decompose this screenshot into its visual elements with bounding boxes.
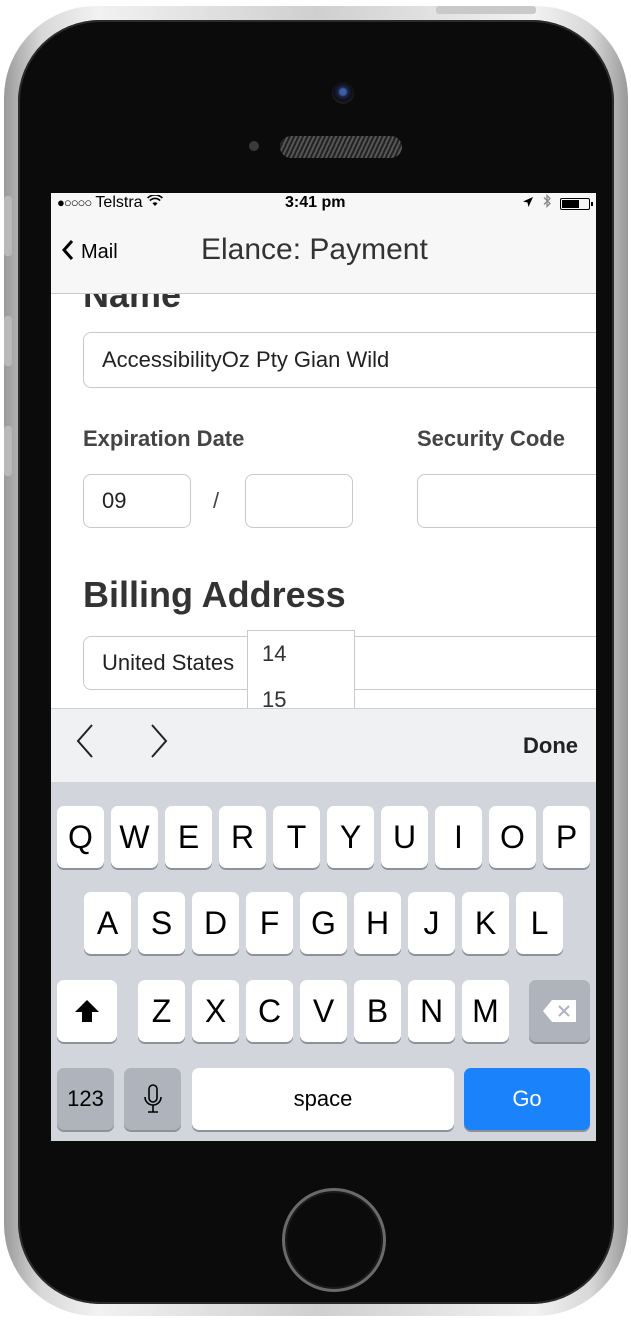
mute-switch [4, 196, 12, 256]
done-button[interactable]: Done [523, 733, 578, 759]
name-field-value: AccessibilityOz Pty Gian Wild [102, 347, 390, 372]
bluetooth-icon [542, 193, 552, 213]
key-k[interactable]: K [462, 892, 509, 954]
key-p[interactable]: P [543, 806, 590, 868]
security-code-label: Security Code [417, 426, 565, 451]
proximity-sensor [249, 141, 259, 151]
key-f[interactable]: F [246, 892, 293, 954]
expiration-month-select[interactable]: 09 [83, 474, 191, 528]
date-separator: / [213, 488, 220, 513]
key-v[interactable]: V [300, 980, 347, 1042]
name-heading: Name [83, 294, 182, 315]
sleep-button [436, 6, 536, 14]
carrier-name: Telstra [95, 194, 143, 211]
key-l[interactable]: L [516, 892, 563, 954]
signal-strength-icon: ●○○○○ [57, 195, 92, 210]
security-code-field[interactable] [417, 474, 596, 528]
key-i[interactable]: I [435, 806, 482, 868]
key-y[interactable]: Y [327, 806, 374, 868]
delete-key[interactable] [529, 980, 590, 1042]
key-u[interactable]: U [381, 806, 428, 868]
year-dropdown-list: 14 15 16 17 [247, 630, 355, 708]
expiration-month-value: 09 [102, 488, 127, 513]
next-field-button[interactable] [149, 723, 169, 767]
name-field[interactable]: AccessibilityOz Pty Gian Wild [83, 332, 596, 388]
key-n[interactable]: N [408, 980, 455, 1042]
keyboard-accessory-bar: Done [51, 708, 596, 783]
clock: 3:41 pm [285, 194, 346, 211]
previous-field-button[interactable] [75, 723, 95, 767]
chevron-left-icon [76, 724, 93, 758]
shift-key[interactable] [57, 980, 117, 1042]
key-b[interactable]: B [354, 980, 401, 1042]
dictation-key[interactable] [124, 1068, 181, 1130]
key-o[interactable]: O [489, 806, 536, 868]
key-d[interactable]: D [192, 892, 239, 954]
screen: ●○○○○ Telstra 3:41 pm Mail Elance: Payme… [51, 193, 596, 1141]
microphone-icon [143, 1084, 162, 1113]
key-m[interactable]: M [462, 980, 509, 1042]
year-option[interactable]: 15 [248, 677, 354, 708]
key-q[interactable]: Q [57, 806, 104, 868]
key-w[interactable]: W [111, 806, 158, 868]
key-j[interactable]: J [408, 892, 455, 954]
volume-up-button [4, 316, 12, 366]
key-r[interactable]: R [219, 806, 266, 868]
key-h[interactable]: H [354, 892, 401, 954]
navigation-bar: Mail Elance: Payment [51, 215, 596, 294]
front-camera [332, 82, 354, 104]
country-value: United States [102, 650, 235, 675]
location-arrow-icon [522, 195, 534, 213]
billing-address-heading: Billing Address [83, 574, 346, 615]
carrier-info: ●○○○○ Telstra [57, 194, 163, 212]
home-button[interactable] [282, 1188, 386, 1292]
key-e[interactable]: E [165, 806, 212, 868]
volume-down-button [4, 426, 12, 476]
year-option[interactable]: 14 [248, 631, 354, 677]
expiration-date-label: Expiration Date [83, 426, 245, 451]
key-x[interactable]: X [192, 980, 239, 1042]
wifi-icon [147, 194, 163, 211]
key-a[interactable]: A [84, 892, 131, 954]
shift-arrow-icon [75, 1000, 99, 1022]
chevron-right-icon [151, 724, 168, 758]
battery-icon [560, 197, 593, 210]
backspace-icon [542, 1000, 576, 1022]
back-label: Mail [81, 240, 118, 263]
key-s[interactable]: S [138, 892, 185, 954]
key-z[interactable]: Z [138, 980, 185, 1042]
keyboard: Q W E R T Y U I O P A S D F G H J K L Z … [51, 782, 596, 1141]
numbers-key[interactable]: 123 [57, 1068, 114, 1130]
go-key[interactable]: Go [464, 1068, 590, 1130]
key-g[interactable]: G [300, 892, 347, 954]
payment-form: Name AccessibilityOz Pty Gian Wild Expir… [51, 294, 596, 708]
back-to-mail-button[interactable]: Mail [61, 239, 118, 265]
page-title: Elance: Payment [201, 233, 428, 266]
key-t[interactable]: T [273, 806, 320, 868]
expiration-year-select[interactable] [245, 474, 353, 528]
space-key[interactable]: space [192, 1068, 454, 1130]
earpiece-speaker [280, 136, 402, 158]
status-bar: ●○○○○ Telstra 3:41 pm [51, 193, 596, 215]
chevron-left-icon [61, 239, 75, 265]
key-c[interactable]: C [246, 980, 293, 1042]
